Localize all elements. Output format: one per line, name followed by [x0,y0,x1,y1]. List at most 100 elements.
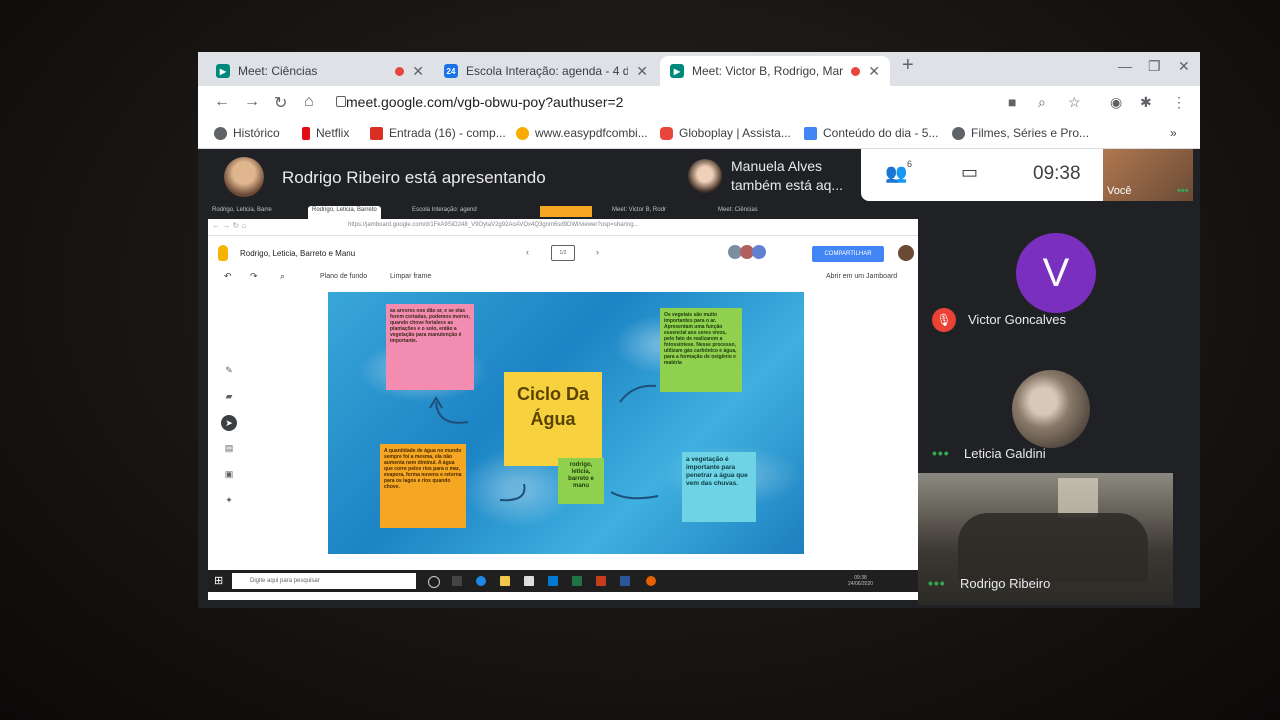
presenting-label: Rodrigo Ribeiro está apresentando [282,168,546,187]
meet-controls-box: 👥 6 ▭ 09:38 [861,149,1103,201]
jamboard-logo-icon [218,245,228,261]
bookmark-filmes[interactable]: Filmes, Séries e Pro... [952,126,1089,140]
bookmark-netflix[interactable]: Netflix [302,126,349,140]
bookmark-label: Netflix [316,126,350,140]
close-icon[interactable]: ✕ [636,63,648,80]
inner-tab-strip: Rodrigo, Leticia, Barre Rodrigo, Leticia… [208,205,918,219]
bookmark-label: Histórico [233,126,280,140]
inner-tab: Escola Interação: agend [412,207,477,213]
participant-name: Leticia Galdini [964,446,1046,461]
tab-meet-ciencias[interactable]: ▶ Meet: Ciências ✕ [206,56,434,86]
avatar: V [1016,233,1096,313]
speaking-indicator-icon: ••• [932,445,950,461]
chat-icon[interactable]: ▭ [961,162,978,183]
jamboard-toolbar: ↶ ↷ ⌕ Plano de fundo Limpar frame Abrir … [208,269,918,289]
menu-icon[interactable]: ⋮ [1172,94,1186,111]
bookmark-globoplay[interactable]: Globoplay | Assista... [660,126,791,140]
new-tab-icon[interactable]: + [902,54,914,77]
clear-frame-button: Limpar frame [390,273,432,280]
participant-name: Victor Goncalves [968,312,1067,327]
more-options-icon[interactable]: ••• [1177,185,1189,197]
netflix-icon [302,126,310,140]
tab-meet-victor[interactable]: ▶ Meet: Victor B, Rodrigo, Mar ✕ [660,56,890,86]
undo-icon: ↶ [224,271,232,281]
tab-label: Meet: Victor B, Rodrigo, Mar [692,64,844,78]
extensions-icon[interactable]: ✱ [1140,94,1152,111]
self-view[interactable]: Você ••• [1103,149,1193,201]
address-bar-row: ← → ↻ ⌂ meet.google.com/vgb-obwu-poy?aut… [198,86,1200,118]
avatar [752,245,766,259]
lock-icon [336,96,346,107]
bookmark-label: Filmes, Séries e Pro... [971,126,1090,140]
screen-share-indicator [540,206,592,217]
inner-tab: Meet: Ciências [718,207,758,213]
self-label: Você [1107,185,1132,197]
meet-icon: ▶ [670,64,684,78]
excel-icon [572,576,582,586]
next-frame-icon: › [596,247,599,257]
people-icon[interactable]: 👥 [885,163,907,184]
eraser-icon: ▰ [225,391,233,401]
restore-icon[interactable]: ❐ [1148,58,1161,75]
jamboard-title: Rodrigo, Leticia, Barreto e Manu [240,249,356,258]
close-window-icon[interactable]: ✕ [1178,58,1190,75]
inner-tab: Meet: Victor B, Rodr [612,207,666,213]
video-background [1058,478,1098,518]
screen: ▶ Meet: Ciências ✕ 24 Escola Interação: … [198,52,1200,608]
recording-icon [851,66,861,76]
background-button: Plano de fundo [320,273,368,280]
bookmark-gmail[interactable]: Entrada (16) - comp... [370,126,506,140]
frame-indicator: 1/2 [551,245,575,261]
avatar [688,159,722,193]
avatar [898,245,914,261]
reload-icon[interactable]: ↻ [274,93,287,113]
image-icon: ▣ [224,469,234,479]
globoplay-icon [660,126,673,140]
open-in-jamboard-button: Abrir em um Jamboard [826,273,898,280]
tray-date: 24/06/2020 [848,581,874,587]
forward-icon[interactable]: → [244,93,260,111]
zoom-icon[interactable]: ⌕ [1038,94,1046,111]
prev-frame-icon: ‹ [526,247,529,257]
windows-taskbar: ⊞ Digite aqui para pesquisar 09:38 24/06… [208,570,918,592]
sun-icon [516,126,529,140]
participants-count: 6 [907,159,913,169]
camera-icon[interactable]: ■ [1008,94,1016,110]
account-icon[interactable]: ◉ [1110,94,1122,111]
calendar-icon: 24 [444,64,458,78]
bookmarks-bar: Histórico Netflix Entrada (16) - comp...… [198,118,1200,149]
also-presenting-label: Manuela Alves também está aq... [731,158,844,193]
url-field[interactable]: meet.google.com/vgb-obwu-poy?authuser=2 [346,94,623,110]
home-icon[interactable]: ⌂ [304,93,314,111]
bookmark-label: Globoplay | Assista... [679,126,791,140]
history-icon [214,126,227,140]
bookmark-easypdf[interactable]: www.easypdfcombi... [516,126,648,140]
select-icon: ➤ [221,415,237,431]
folder-icon [500,576,510,586]
participant-video-tile[interactable]: ••• Rodrigo Ribeiro [918,473,1173,605]
bookmark-historico[interactable]: Histórico [214,126,280,140]
store-icon [524,576,534,586]
shared-screen: Rodrigo, Leticia, Barre Rodrigo, Leticia… [208,205,918,600]
powerpoint-icon [596,576,606,586]
docs-icon [804,126,817,140]
more-bookmarks-icon[interactable]: » [1170,126,1177,140]
bookmark-star-icon[interactable]: ☆ [1068,94,1081,111]
inner-tab-active: Rodrigo, Leticia, Barreto [308,206,381,219]
recording-icon [395,66,405,76]
participants-panel: V 🎙 Victor Goncalves ••• Leticia Galdini… [918,205,1200,605]
bookmark-conteudo[interactable]: Conteúdo do dia - 5... [804,126,938,140]
tab-escola-agenda[interactable]: 24 Escola Interação: agenda - 4 dia ✕ [434,56,658,86]
meet-icon: ▶ [216,64,230,78]
laser-icon: ✦ [225,495,233,505]
windows-start-icon: ⊞ [214,575,224,587]
pen-icon: ✎ [225,365,233,375]
back-icon[interactable]: ← [214,93,230,111]
inner-url: https://jamboard.google.com/d/1FkA9SiO24… [348,222,639,228]
cortana-icon [428,576,440,588]
close-icon[interactable]: ✕ [868,63,880,80]
taskview-icon [452,576,462,586]
gmail-icon [370,126,383,140]
minimize-icon[interactable]: — [1118,58,1132,74]
close-icon[interactable]: ✕ [412,63,424,80]
